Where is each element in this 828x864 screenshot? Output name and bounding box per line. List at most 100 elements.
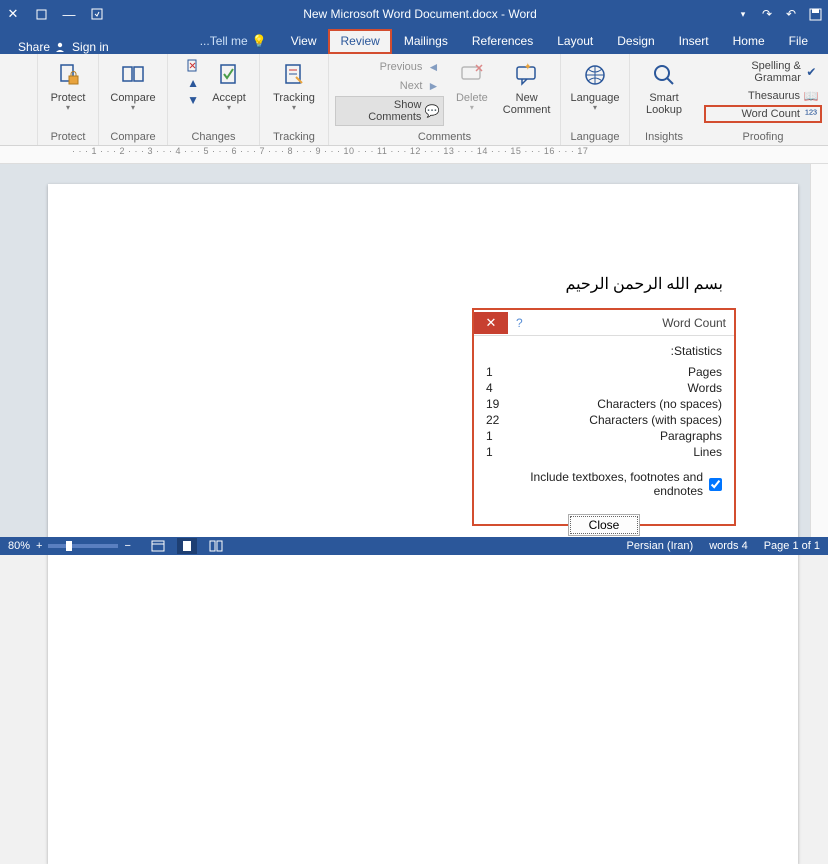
new-comment-button[interactable]: ✦ New Comment bbox=[499, 56, 554, 116]
arrow-down-icon: ▼ bbox=[186, 93, 200, 107]
group-title-compare: Compare bbox=[105, 131, 161, 145]
show-comments-button[interactable]: 💬Show Comments bbox=[335, 96, 444, 126]
help-icon[interactable]: ? bbox=[508, 316, 531, 330]
wordcount-icon: ¹²³ bbox=[804, 107, 818, 121]
group-title-proofing: Proofing bbox=[704, 131, 822, 145]
web-layout-icon[interactable] bbox=[147, 540, 169, 552]
vertical-ruler[interactable] bbox=[810, 164, 828, 537]
language-button[interactable]: Language ▾ bbox=[567, 56, 623, 112]
tracking-button[interactable]: Tracking ▾ bbox=[266, 56, 322, 112]
ribbon: ✔Spelling & Grammar 📖Thesaurus ¹²³Word C… bbox=[0, 54, 828, 146]
include-checkbox[interactable]: Include textboxes, footnotes and endnote… bbox=[486, 470, 722, 498]
qat-dropdown-icon[interactable]: ▾ bbox=[736, 7, 750, 21]
status-words[interactable]: 4 words bbox=[709, 540, 748, 552]
group-changes: Accept ▾ ▲ ▼ Changes bbox=[167, 54, 259, 145]
lightbulb-icon: 💡 bbox=[252, 34, 267, 48]
zoom-slider[interactable] bbox=[48, 544, 118, 548]
tab-references[interactable]: References bbox=[460, 29, 545, 54]
zoom-out-icon[interactable]: − bbox=[124, 540, 130, 552]
accept-icon bbox=[214, 60, 244, 90]
view-buttons bbox=[147, 538, 227, 554]
horizontal-ruler[interactable]: · · · 1 · · · 2 · · · 3 · · · 4 · · · 5 … bbox=[0, 146, 828, 164]
book-icon: 📖 bbox=[804, 89, 818, 103]
status-page[interactable]: Page 1 of 1 bbox=[764, 540, 820, 552]
ribbon-tabs: File Home Insert Design Layout Reference… bbox=[0, 28, 828, 54]
arrow-left-icon: ◄ bbox=[426, 60, 440, 74]
tab-tellme[interactable]: 💡Tell me... bbox=[188, 29, 279, 54]
spelling-grammar-button[interactable]: ✔Spelling & Grammar bbox=[704, 58, 822, 86]
read-mode-icon[interactable] bbox=[205, 540, 227, 552]
include-checkbox-input[interactable] bbox=[709, 478, 722, 491]
delete-comment-button[interactable]: Delete ▾ bbox=[448, 56, 495, 112]
group-protect: Protect ▾ Protect bbox=[37, 54, 98, 145]
tab-insert[interactable]: Insert bbox=[667, 29, 721, 54]
compare-button[interactable]: Compare ▾ bbox=[105, 56, 161, 112]
window-controls: — ✕ bbox=[6, 7, 104, 21]
signin-link[interactable]: Sign in bbox=[72, 40, 109, 54]
search-icon bbox=[649, 60, 679, 90]
compare-icon bbox=[118, 60, 148, 90]
stat-row: Pages1 bbox=[486, 364, 722, 380]
accept-button[interactable]: Accept ▾ bbox=[205, 56, 253, 112]
next-change-button[interactable]: ▼ bbox=[185, 92, 201, 108]
group-title-insights: Insights bbox=[636, 131, 692, 145]
tab-mailings[interactable]: Mailings bbox=[392, 29, 460, 54]
tab-home[interactable]: Home bbox=[721, 29, 777, 54]
group-comments: ✦ New Comment Delete ▾ ◄Previous ►Next 💬… bbox=[328, 54, 560, 145]
reject-button[interactable] bbox=[185, 58, 201, 74]
tab-file[interactable]: File bbox=[777, 29, 820, 54]
save-icon[interactable] bbox=[808, 7, 822, 21]
redo-icon[interactable]: ↷ bbox=[760, 7, 774, 21]
word-count-button[interactable]: ¹²³Word Count bbox=[704, 105, 822, 123]
title-bar: ↶ ↷ ▾ New Microsoft Word Document.docx -… bbox=[0, 0, 828, 28]
dialog-title-bar[interactable]: Word Count ? ✕ bbox=[474, 310, 734, 336]
dropdown-icon: ▾ bbox=[227, 103, 231, 112]
group-title-changes: Changes bbox=[174, 131, 253, 145]
prev-change-button[interactable]: ▲ bbox=[185, 75, 201, 91]
person-icon bbox=[54, 41, 66, 53]
dropdown-icon: ▾ bbox=[593, 103, 597, 112]
print-layout-icon[interactable] bbox=[177, 538, 197, 554]
close-button[interactable]: Close bbox=[568, 514, 641, 536]
globe-icon bbox=[580, 60, 610, 90]
ribbon-options-icon[interactable] bbox=[90, 7, 104, 21]
tracking-icon bbox=[279, 60, 309, 90]
group-title-language: Language bbox=[567, 131, 623, 145]
group-tracking: Tracking ▾ Tracking bbox=[259, 54, 328, 145]
lock-icon bbox=[53, 60, 83, 90]
zoom-in-icon[interactable]: + bbox=[36, 540, 42, 552]
undo-icon[interactable]: ↶ bbox=[784, 7, 798, 21]
next-comment-button[interactable]: ►Next bbox=[335, 77, 444, 95]
dropdown-icon: ▾ bbox=[131, 103, 135, 112]
status-language[interactable]: Persian (Iran) bbox=[627, 540, 694, 552]
tab-design[interactable]: Design bbox=[605, 29, 666, 54]
document-body-text[interactable]: بسم الله الرحمن الرحيم bbox=[565, 274, 723, 294]
stat-row: Words4 bbox=[486, 380, 722, 396]
tab-view[interactable]: View bbox=[279, 29, 329, 54]
comments-icon: 💬 bbox=[425, 104, 439, 118]
stat-row: Characters (no spaces)19 bbox=[486, 396, 722, 412]
close-icon[interactable]: ✕ bbox=[6, 7, 20, 21]
group-proofing: ✔Spelling & Grammar 📖Thesaurus ¹²³Word C… bbox=[698, 54, 828, 145]
tab-review[interactable]: Review bbox=[328, 29, 391, 54]
reject-icon bbox=[186, 59, 200, 73]
thesaurus-button[interactable]: 📖Thesaurus bbox=[704, 87, 822, 105]
close-icon[interactable]: ✕ bbox=[474, 312, 508, 334]
group-insights: Smart Lookup Insights bbox=[629, 54, 698, 145]
maximize-icon[interactable] bbox=[34, 7, 48, 21]
minimize-icon[interactable]: — bbox=[62, 7, 76, 21]
previous-comment-button[interactable]: ◄Previous bbox=[335, 58, 444, 76]
zoom-level[interactable]: 80% bbox=[8, 540, 30, 552]
dropdown-icon: ▾ bbox=[470, 103, 474, 112]
group-title-tracking: Tracking bbox=[266, 131, 322, 145]
status-bar: Page 1 of 1 4 words Persian (Iran) − + 8… bbox=[0, 537, 828, 555]
group-title-protect: Protect bbox=[44, 131, 92, 145]
abc-check-icon: ✔ bbox=[805, 65, 818, 79]
protect-button[interactable]: Protect ▾ bbox=[44, 56, 92, 112]
comment-delete-icon bbox=[457, 60, 487, 90]
tab-layout[interactable]: Layout bbox=[545, 29, 605, 54]
smart-lookup-button[interactable]: Smart Lookup bbox=[636, 56, 692, 116]
dialog-title: Word Count bbox=[531, 316, 726, 330]
share-button[interactable]: Share bbox=[18, 40, 66, 54]
stat-row: Characters (with spaces)22 bbox=[486, 412, 722, 428]
